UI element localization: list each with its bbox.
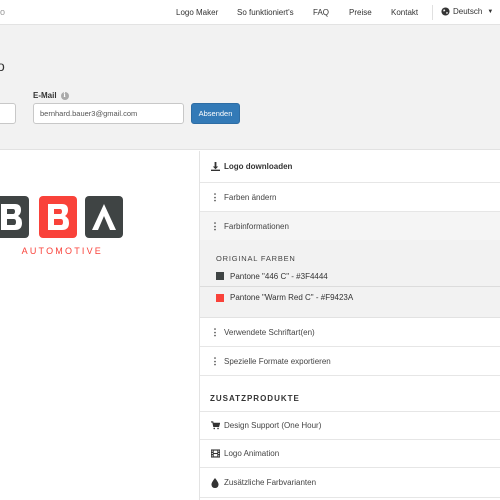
- export-formats-label: Spezielle Formate exportieren: [224, 356, 331, 366]
- name-field[interactable]: [0, 103, 16, 124]
- addon-color-variants[interactable]: Zusätzliche Farbvarianten: [200, 468, 500, 498]
- nav-faq[interactable]: FAQ: [313, 8, 329, 17]
- download-logo-button[interactable]: Logo downloaden: [200, 151, 500, 183]
- logo-tile-b-red: [39, 196, 77, 238]
- nav-contact[interactable]: Kontakt: [391, 8, 418, 17]
- language-label: Deutsch: [453, 7, 483, 16]
- top-navbar: o Logo Maker So funktioniert's FAQ Preis…: [0, 0, 500, 25]
- submit-button[interactable]: Absenden: [191, 103, 240, 124]
- original-colors-title: ORIGINAL FARBEN: [216, 254, 296, 263]
- download-label: Logo downloaden: [224, 162, 293, 171]
- addon-label: Logo Animation: [224, 449, 280, 458]
- nav-pricing[interactable]: Preise: [349, 8, 372, 17]
- language-selector[interactable]: Deutsch ▼: [441, 7, 493, 16]
- more-vertical-icon: ⋮: [210, 355, 220, 366]
- email-label-text: E-Mail: [33, 91, 57, 100]
- letter-b-tile-icon: [0, 196, 29, 238]
- color-row: Pantone "446 C" - #3F4444: [200, 265, 500, 287]
- change-colors-item[interactable]: ⋮ Farben ändern: [200, 183, 500, 212]
- more-vertical-icon: ⋮: [210, 191, 220, 202]
- addon-design-support[interactable]: Design Support (One Hour): [200, 412, 500, 440]
- color-label: Pantone "Warm Red C" - #F9423A: [230, 293, 354, 302]
- chevron-down-icon: ▼: [487, 8, 494, 15]
- export-formats-item[interactable]: ⋮ Spezielle Formate exportieren: [200, 347, 500, 376]
- cart-icon: [210, 421, 220, 430]
- color-info-item[interactable]: ⋮ Farbinformationen: [200, 212, 500, 240]
- film-icon: [210, 449, 220, 458]
- addons-title: ZUSATZPRODUKTE: [210, 394, 300, 403]
- nav-logo-maker[interactable]: Logo Maker: [176, 8, 218, 17]
- color-swatch: [216, 293, 224, 302]
- addon-label: Design Support (One Hour): [224, 421, 322, 430]
- email-form-section: o E-Mail i Absenden: [0, 25, 500, 150]
- download-icon: [210, 162, 220, 171]
- brand-logo[interactable]: o: [0, 7, 5, 17]
- email-label: E-Mail i: [33, 91, 69, 100]
- color-info-label: Farbinformationen: [224, 221, 289, 231]
- globe-icon: [441, 7, 450, 16]
- original-colors-box: ORIGINAL FARBEN Pantone "446 C" - #3F444…: [200, 240, 500, 318]
- fonts-used-item[interactable]: ⋮ Verwendete Schriftart(en): [200, 318, 500, 347]
- color-row: Pantone "Warm Red C" - #F9423A: [200, 286, 500, 308]
- nav-divider: [432, 5, 433, 20]
- change-colors-label: Farben ändern: [224, 192, 277, 202]
- logo-tagline: AUTOMOTIVE: [21, 246, 103, 256]
- fonts-used-label: Verwendete Schriftart(en): [224, 327, 315, 337]
- letter-b-tile-red-icon: [39, 196, 77, 238]
- email-field[interactable]: [33, 103, 184, 124]
- form-title: o: [0, 58, 5, 74]
- color-swatch: [216, 272, 224, 280]
- options-panel: Logo downloaden ⋮ Farben ändern ⋮ Farbin…: [200, 151, 500, 500]
- nav-how-it-works[interactable]: So funktioniert's: [237, 8, 294, 17]
- more-vertical-icon: ⋮: [210, 326, 220, 337]
- letter-a-tile-icon: [85, 196, 123, 238]
- logo-preview: AUTOMOTIVE: [0, 151, 200, 500]
- addon-logo-animation[interactable]: Logo Animation: [200, 440, 500, 468]
- addon-label: Zusätzliche Farbvarianten: [224, 478, 317, 487]
- info-icon[interactable]: i: [60, 91, 69, 100]
- color-label: Pantone "446 C" - #3F4444: [230, 271, 328, 281]
- logo-tile-b-left: [0, 196, 29, 238]
- more-vertical-icon: ⋮: [210, 220, 220, 231]
- droplet-icon: [210, 477, 220, 488]
- logo-tile-a: [85, 196, 123, 238]
